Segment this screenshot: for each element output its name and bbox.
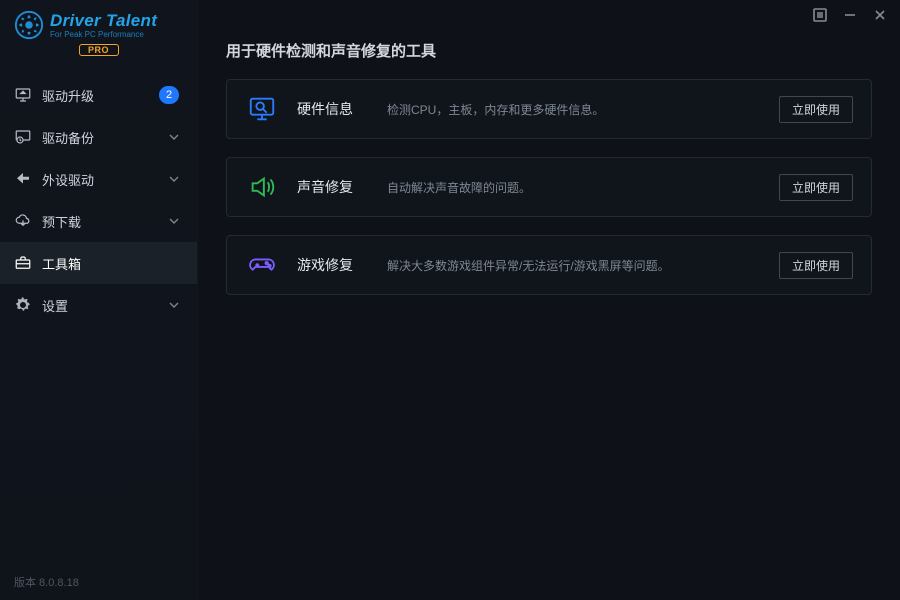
chevron-down-icon — [169, 174, 179, 184]
clock-backup-icon — [14, 128, 32, 146]
tool-name: 声音修复 — [297, 177, 387, 197]
version-label: 版本 8.0.8.18 — [0, 574, 197, 600]
sidebar-item-settings[interactable]: 设置 — [0, 284, 197, 326]
sidebar-item-label: 外设驱动 — [42, 170, 163, 189]
chevron-down-icon — [169, 300, 179, 310]
sidebar-nav: 驱动升级 2 驱动备份 外设驱动 预下载 — [0, 74, 197, 574]
hardware-info-icon — [247, 94, 277, 124]
window-titlebar — [198, 0, 900, 30]
chevron-down-icon — [169, 132, 179, 142]
sidebar-item-label: 预下载 — [42, 212, 163, 231]
page-title: 用于硬件检测和声音修复的工具 — [226, 40, 872, 61]
logo-pro-badge: PRO — [79, 44, 119, 56]
tool-name: 游戏修复 — [297, 255, 387, 275]
sidebar-item-label: 驱动备份 — [42, 128, 163, 147]
sidebar-item-peripheral[interactable]: 外设驱动 — [0, 158, 197, 200]
sidebar-item-driver-backup[interactable]: 驱动备份 — [0, 116, 197, 158]
logo-gear-icon — [14, 10, 44, 40]
use-now-button[interactable]: 立即使用 — [779, 252, 853, 279]
tool-description: 解决大多数游戏组件异常/无法运行/游戏黑屏等问题。 — [387, 257, 779, 274]
sidebar-badge: 2 — [159, 86, 179, 104]
speaker-fix-icon — [247, 172, 277, 202]
gear-icon — [14, 296, 32, 314]
close-icon[interactable] — [872, 7, 888, 23]
sidebar-item-label: 驱动升级 — [42, 86, 159, 105]
sidebar-item-predownload[interactable]: 预下载 — [0, 200, 197, 242]
toolbox-icon — [14, 254, 32, 272]
monitor-upgrade-icon — [14, 86, 32, 104]
logo-subtitle: For Peak PC Performance — [50, 31, 157, 39]
sidebar-item-label: 工具箱 — [42, 254, 179, 273]
use-now-button[interactable]: 立即使用 — [779, 174, 853, 201]
logo-title: Driver Talent — [50, 12, 157, 29]
peripheral-icon — [14, 170, 32, 188]
sidebar-item-label: 设置 — [42, 296, 163, 315]
menu-icon[interactable] — [812, 7, 828, 23]
tool-description: 自动解决声音故障的问题。 — [387, 179, 779, 196]
game-fix-icon — [247, 250, 277, 280]
tool-card-game-fix: 游戏修复 解决大多数游戏组件异常/无法运行/游戏黑屏等问题。 立即使用 — [226, 235, 872, 295]
main-area: 用于硬件检测和声音修复的工具 硬件信息 检测CPU，主板，内存和更多硬件信息。 … — [198, 0, 900, 600]
tool-name: 硬件信息 — [297, 99, 387, 119]
chevron-down-icon — [169, 216, 179, 226]
tool-description: 检测CPU，主板，内存和更多硬件信息。 — [387, 101, 779, 118]
minimize-icon[interactable] — [842, 7, 858, 23]
cloud-download-icon — [14, 212, 32, 230]
sidebar-item-toolbox[interactable]: 工具箱 — [0, 242, 197, 284]
tool-card-sound-fix: 声音修复 自动解决声音故障的问题。 立即使用 — [226, 157, 872, 217]
tool-card-hardware-info: 硬件信息 检测CPU，主板，内存和更多硬件信息。 立即使用 — [226, 79, 872, 139]
sidebar-item-driver-upgrade[interactable]: 驱动升级 2 — [0, 74, 197, 116]
content: 用于硬件检测和声音修复的工具 硬件信息 检测CPU，主板，内存和更多硬件信息。 … — [198, 30, 900, 313]
use-now-button[interactable]: 立即使用 — [779, 96, 853, 123]
sidebar: Driver Talent For Peak PC Performance PR… — [0, 0, 198, 600]
app-logo: Driver Talent For Peak PC Performance PR… — [0, 0, 197, 64]
